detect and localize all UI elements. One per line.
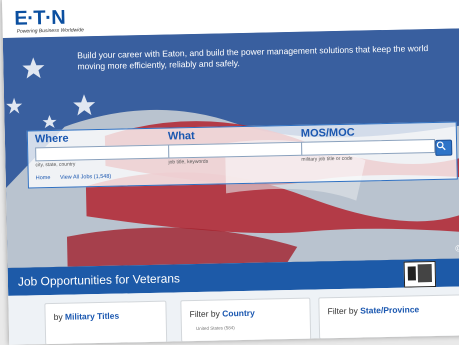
filter-prefix: Filter by (189, 308, 223, 320)
mos-label: MOS/MOC (300, 126, 355, 140)
filter-country[interactable]: Filter by Country United States (584) (180, 297, 312, 343)
what-label: What (167, 129, 195, 143)
hero: Build your career with Eaton, and build … (2, 28, 459, 268)
banner-title: Job Opportunities for Veterans (17, 271, 181, 289)
where-label: Where (34, 132, 69, 146)
country-option[interactable]: United States (584) (196, 325, 235, 331)
search-links: Home View All Jobs (1,548) (36, 174, 120, 182)
search-button[interactable] (435, 139, 453, 156)
home-link[interactable]: Home (36, 175, 51, 181)
filter-country-label: Country (222, 307, 255, 319)
veterans-badge-logo (403, 260, 437, 288)
filter-state-label: State/Province (360, 304, 420, 316)
logo-tagline: Powering Business Worldwide (16, 27, 84, 35)
filter-prefix: Filter by (327, 305, 361, 317)
filter-military-titles[interactable]: by Military Titles (44, 300, 168, 345)
what-input[interactable] (168, 141, 303, 159)
career-page: E·T·N Powering Business Worldwide Build … (2, 0, 459, 345)
what-column: What job title, keywords (168, 128, 303, 166)
copyright-symbol: © (455, 243, 459, 254)
filter-prefix: by (53, 311, 66, 322)
job-search-form: Where city, state, country What job titl… (26, 121, 458, 189)
mos-column: MOS/MOC military job title or code (301, 125, 436, 163)
mos-input[interactable] (301, 138, 436, 156)
filter-military-label: Military Titles (64, 310, 120, 322)
filters-row: by Military Titles Filter by Country Uni… (8, 286, 459, 345)
view-all-jobs-link[interactable]: View All Jobs (1,548) (60, 174, 111, 181)
where-input[interactable] (35, 144, 170, 162)
search-icon (436, 141, 446, 151)
where-column: Where city, state, country (34, 131, 170, 168)
